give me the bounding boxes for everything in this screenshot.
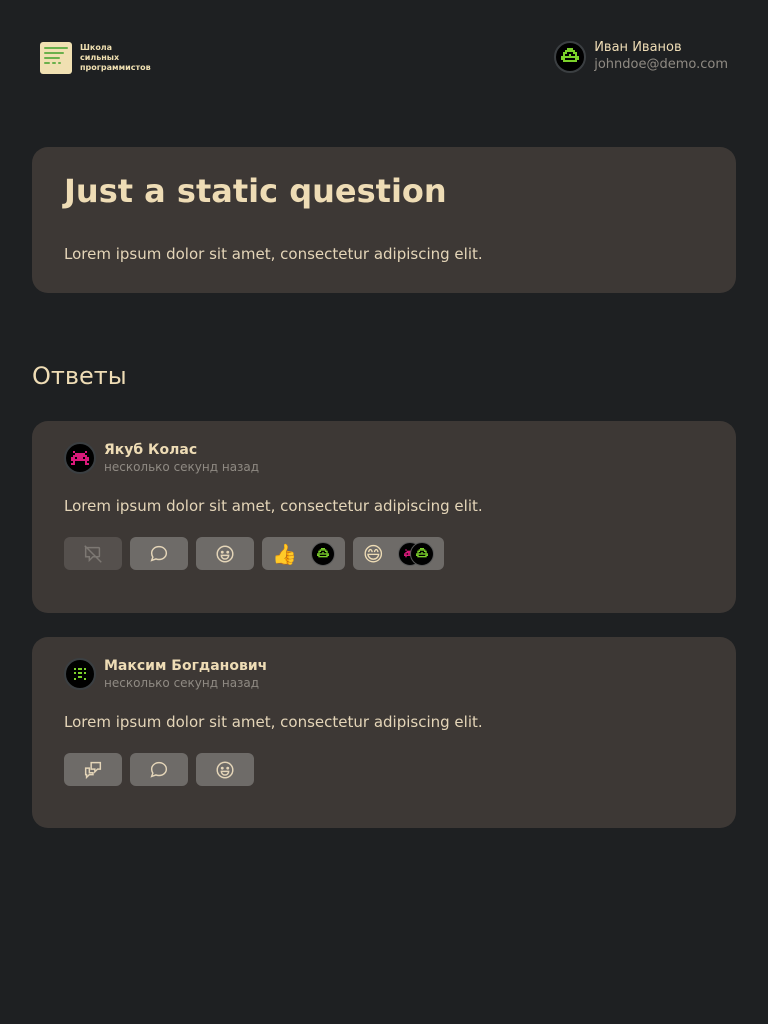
add-reaction-button[interactable] xyxy=(196,537,254,570)
thread-off-button[interactable] xyxy=(64,537,122,570)
grinning-emoji: 😄 xyxy=(362,541,384,566)
answers-heading: Ответы xyxy=(32,362,127,390)
logo-line: сильных xyxy=(80,53,120,62)
green-pixel-monster-icon xyxy=(310,541,335,566)
green-dots-monster-icon[interactable] xyxy=(64,658,96,690)
answer-actions xyxy=(64,753,704,786)
reply-button[interactable] xyxy=(130,753,188,786)
answer-actions: 👍 😄 xyxy=(64,537,704,570)
logo-line: Школа xyxy=(80,43,113,52)
answer-time: несколько секунд назад xyxy=(104,460,260,474)
reaction-smile[interactable]: 😄 xyxy=(352,537,444,570)
user-email: johndoe@demo.com xyxy=(594,57,728,72)
user-name: Иван Иванов xyxy=(594,40,682,55)
answer-body: Lorem ipsum dolor sit amet, consectetur … xyxy=(64,713,483,731)
reaction-users xyxy=(310,541,335,566)
reaction-users xyxy=(397,541,434,566)
answer-time: несколько секунд назад xyxy=(104,676,260,690)
user-menu[interactable]: Иван Иванов johndoe@demo.com xyxy=(554,40,728,74)
speech-bubble-icon xyxy=(150,761,168,778)
author-meta: Якуб Колас несколько секунд назад xyxy=(104,441,259,475)
thumbs-up-emoji: 👍 xyxy=(272,541,297,566)
smile-icon xyxy=(216,544,234,563)
reaction-thumbs-up[interactable]: 👍 xyxy=(262,537,345,570)
comment-disabled-icon xyxy=(84,544,102,563)
answer-card: Якуб Колас несколько секунд назад Lorem … xyxy=(32,421,736,613)
logo-text: Школа сильных программистов xyxy=(80,43,160,73)
green-pixel-monster-icon xyxy=(554,41,587,73)
thread-button[interactable] xyxy=(64,753,122,786)
logo-line: программистов xyxy=(80,63,151,72)
answer-body: Lorem ipsum dolor sit amet, consectetur … xyxy=(64,497,483,515)
smile-icon xyxy=(216,760,234,779)
author-name: Максим Богданович xyxy=(104,658,268,674)
author-row: Якуб Колас несколько секунд назад xyxy=(64,441,704,475)
logo-icon xyxy=(40,42,72,74)
green-pixel-monster-icon xyxy=(409,541,434,566)
question-card: Just a static question Lorem ipsum dolor… xyxy=(32,147,736,293)
question-title: Just a static question xyxy=(64,172,447,210)
logo[interactable]: Школа сильных программистов xyxy=(40,42,160,74)
author-name: Якуб Колас xyxy=(104,442,198,458)
question-body: Lorem ipsum dolor sit amet, consectetur … xyxy=(64,245,483,263)
comments-icon xyxy=(84,761,102,779)
user-info: Иван Иванов johndoe@demo.com xyxy=(594,40,728,74)
author-row: Максим Богданович несколько секунд назад xyxy=(64,657,704,691)
author-meta: Максим Богданович несколько секунд назад xyxy=(104,657,267,691)
answer-card: Максим Богданович несколько секунд назад… xyxy=(32,637,736,828)
reply-button[interactable] xyxy=(130,537,188,570)
speech-bubble-icon xyxy=(150,545,168,562)
add-reaction-button[interactable] xyxy=(196,753,254,786)
pink-pixel-monster-icon[interactable] xyxy=(64,442,96,474)
header: Школа сильных программистов Иван Иванов xyxy=(0,0,768,120)
